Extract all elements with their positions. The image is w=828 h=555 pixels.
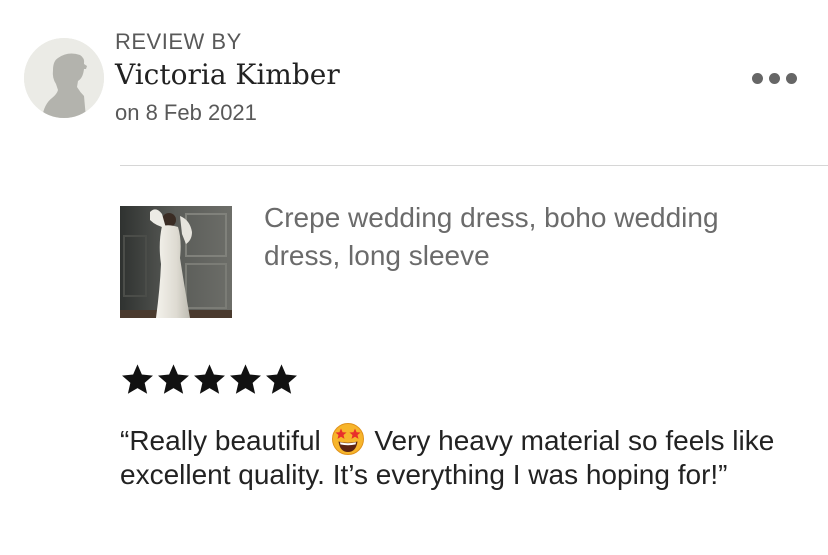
product-thumbnail[interactable] [120,206,232,318]
more-options-button[interactable] [745,64,803,92]
product-title-link[interactable]: Crepe wedding dress, boho wedding dress,… [264,199,764,275]
more-dot [751,72,763,84]
review-text-start: “Really beautiful [120,425,329,456]
star-icon [230,364,261,394]
star-rating [120,362,299,397]
star-struck-emoji-icon [331,423,364,455]
divider [120,165,828,166]
reviewer-name[interactable]: Victoria Kimber [115,57,340,93]
more-dot [768,72,780,84]
star-icon [122,364,153,394]
star-icon [194,364,225,394]
star-icon [266,364,297,394]
star-icon [158,364,189,394]
review-date: on 8 Feb 2021 [115,100,257,125]
user-silhouette-icon [24,38,104,118]
wedding-dress-photo [120,206,232,318]
reviewer-avatar[interactable] [24,38,104,118]
review-text: “Really beautiful Very heavy material so… [120,422,810,492]
more-dot [785,72,797,84]
review-by-label: REVIEW BY [115,29,242,54]
